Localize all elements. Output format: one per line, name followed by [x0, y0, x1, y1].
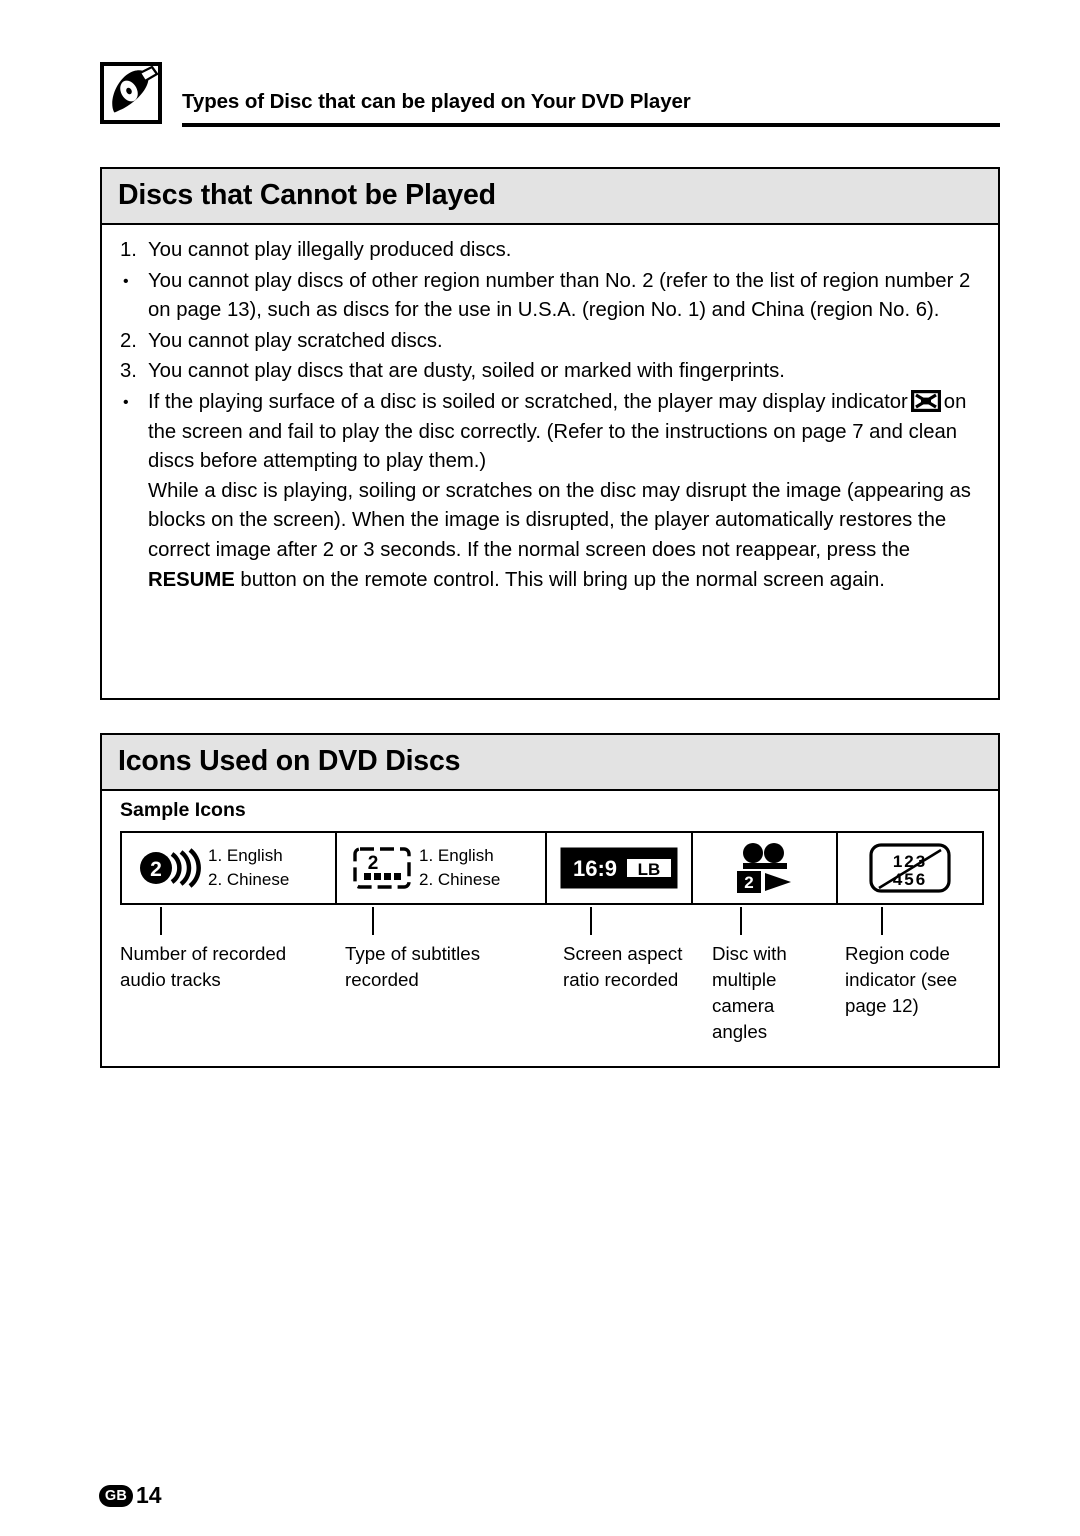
svg-text:2: 2 [150, 858, 162, 881]
audio-lang-1: 1. English [208, 846, 283, 865]
list-text: You cannot play illegally produced discs… [148, 239, 512, 261]
caption-region-code: Region code indicator (see page 12) [845, 943, 958, 1016]
resume-button-label: RESUME [148, 568, 235, 591]
caption-audio-tracks: Number of recorded audio tracks [120, 943, 287, 990]
list-item: 2. You cannot play scratched discs. [120, 327, 980, 357]
sample-cell-region-code: 123 456 [838, 833, 982, 903]
list-item: • You cannot play discs of other region … [120, 267, 980, 326]
aspect-ratio-icon: 16:9 LB [559, 846, 679, 890]
header-divider [182, 123, 1000, 127]
leader-line-subtitles [372, 907, 374, 935]
leader-line-aspect [590, 907, 592, 935]
audio-tracks-icon: 2 [136, 845, 202, 891]
svg-text:2: 2 [368, 853, 379, 874]
svg-text:LB: LB [638, 860, 661, 879]
list-marker: • [123, 393, 129, 411]
page-header: Types of Disc that can be played on Your… [100, 62, 1000, 132]
caption-aspect-ratio: Screen aspect ratio recorded [563, 943, 683, 990]
leader-line-region [881, 907, 883, 935]
svg-text:456: 456 [893, 870, 927, 889]
section-heading-icons: Icons Used on DVD Discs [118, 745, 461, 777]
sample-cell-camera-angles: 2 [693, 833, 838, 903]
sample-cell-audio-tracks: 2 1. English 2. Chinese [122, 833, 337, 903]
sample-icons-row: 2 1. English 2. Chinese 2 1. English 2. … [120, 831, 984, 905]
dirty-disc-indicator-icon [910, 389, 941, 412]
section-header-icons: Icons Used on DVD Discs [102, 735, 998, 791]
region-code-icon: 123 456 [869, 843, 951, 893]
section-heading-cannot: Discs that Cannot be Played [118, 179, 496, 211]
resume-text-a: While a disc is playing, soiling or scra… [148, 479, 971, 561]
caption-camera-angles: Disc with multiple camera angles [712, 943, 787, 1042]
list-text: You cannot play scratched discs. [148, 329, 443, 352]
disc-pencil-icon [100, 62, 162, 124]
audio-lang-2: 2. Chinese [208, 870, 290, 889]
svg-text:16:9: 16:9 [573, 856, 617, 881]
subtitle-icon: 2 [351, 845, 413, 891]
list-item: 1. You cannot play illegally produced di… [120, 236, 980, 266]
list-marker: 1. [120, 239, 137, 261]
leader-line-angles [740, 907, 742, 935]
section-header-cannot: Discs that Cannot be Played [102, 169, 998, 225]
list-text: You cannot play discs that are dusty, so… [148, 360, 785, 383]
leader-line-audio [160, 907, 162, 935]
section-discs-cannot-be-played: Discs that Cannot be Played 1. You canno… [100, 167, 1000, 700]
sample-icons-title: Sample Icons [120, 799, 246, 821]
list-text-with-icon: If the playing surface of a disc is soil… [148, 388, 980, 477]
list-marker: • [123, 272, 129, 290]
section-body-cannot: 1. You cannot play illegally produced di… [102, 225, 998, 595]
document-page: Types of Disc that can be played on Your… [0, 0, 1080, 1536]
subtitle-languages: 1. English 2. Chinese [419, 844, 500, 892]
subtitle-lang-1: 1. English [419, 846, 494, 865]
region-badge: GB [99, 1484, 133, 1507]
section-icons-used: Icons Used on DVD Discs Sample Icons 2 1… [100, 733, 1000, 1068]
subtitle-lang-2: 2. Chinese [419, 870, 501, 889]
svg-text:2: 2 [744, 873, 753, 892]
list-text-resume: While a disc is playing, soiling or scra… [148, 477, 980, 595]
list-text: You cannot play discs of other region nu… [148, 269, 971, 322]
sample-cell-subtitles: 2 1. English 2. Chinese [337, 833, 547, 903]
page-title: Types of Disc that can be played on Your… [182, 90, 691, 113]
soiled-text-part-1: If the playing surface of a disc is soil… [148, 390, 908, 413]
resume-text-b: button on the remote control. This will … [234, 568, 885, 591]
caption-subtitles: Type of subtitles recorded [345, 943, 481, 990]
camera-angle-icon: 2 [727, 840, 803, 896]
list-item: 3. You cannot play discs that are dusty,… [120, 357, 980, 387]
list-item-soiled-disc: • If the playing surface of a disc is so… [120, 388, 980, 595]
sample-cell-aspect-ratio: 16:9 LB [547, 833, 693, 903]
list-marker: 3. [120, 360, 137, 383]
page-number: 14 [136, 1482, 162, 1508]
list-marker: 2. [120, 329, 137, 352]
audio-track-languages: 1. English 2. Chinese [208, 844, 289, 892]
page-footer: GB 14 [99, 1482, 162, 1509]
